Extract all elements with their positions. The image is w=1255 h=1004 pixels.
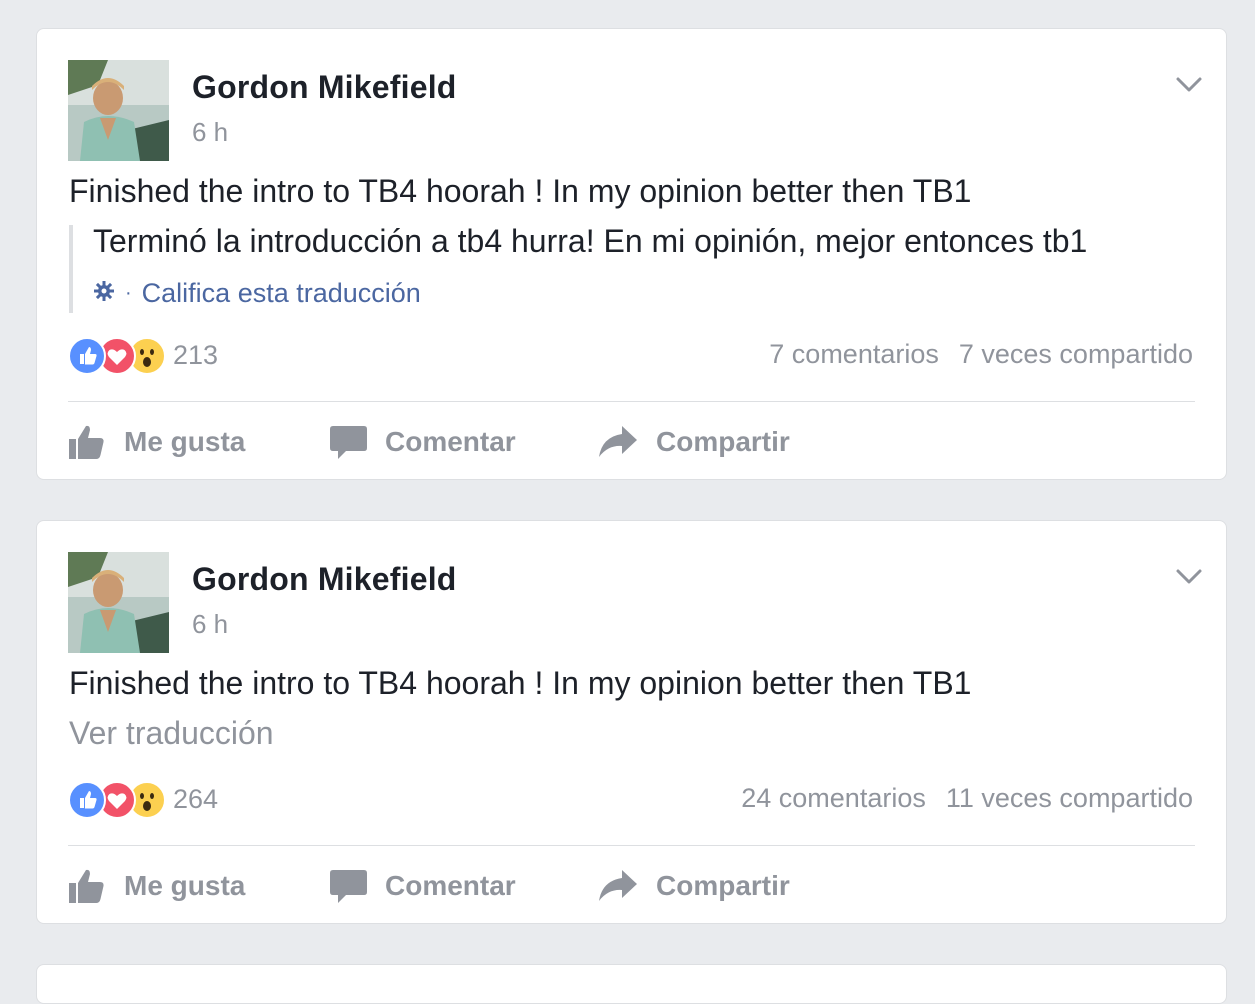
- post-text: Finished the intro to TB4 hoorah ! In my…: [69, 665, 972, 701]
- share-button[interactable]: Compartir: [598, 856, 790, 916]
- post-actions: Me gusta Comentar Compartir: [68, 856, 1195, 916]
- post-timestamp[interactable]: 6 h: [192, 609, 228, 640]
- comments-count[interactable]: 7 comentarios: [769, 339, 939, 370]
- comment-label: Comentar: [385, 870, 516, 901]
- feed-post: Gordon Mikefield 6 h Finished the intro …: [36, 28, 1227, 480]
- comment-button[interactable]: Comentar: [330, 856, 516, 916]
- share-label: Compartir: [656, 426, 790, 457]
- speech-bubble-icon: [330, 426, 367, 459]
- avatar[interactable]: [68, 552, 169, 653]
- chevron-down-icon[interactable]: [1174, 73, 1204, 97]
- comment-button[interactable]: Comentar: [330, 412, 516, 472]
- comments-count[interactable]: 24 comentarios: [741, 783, 926, 814]
- like-label: Me gusta: [124, 870, 246, 901]
- reactions-summary[interactable]: 213: [68, 337, 219, 375]
- post-stats: 24 comentarios 11 veces compartido: [741, 783, 1193, 814]
- see-translation-link[interactable]: Ver traducción: [69, 715, 274, 752]
- rate-translation-row: · Califica esta traducción: [93, 278, 421, 309]
- reaction-count: 264: [173, 783, 219, 814]
- share-arrow-icon: [599, 426, 637, 457]
- feed-post: Gordon Mikefield 6 h Finished the intro …: [36, 520, 1227, 924]
- translated-text: Terminó la introducción a tb4 hurra! En …: [93, 223, 1088, 259]
- thumbs-up-icon: [69, 425, 104, 459]
- like-button[interactable]: Me gusta: [68, 856, 245, 916]
- feed-post-partial: [36, 964, 1227, 1004]
- author-name[interactable]: Gordon Mikefield: [192, 561, 457, 598]
- share-arrow-icon: [599, 870, 637, 901]
- separator-dot: ·: [125, 282, 132, 304]
- shares-count[interactable]: 7 veces compartido: [959, 339, 1193, 370]
- post-stats: 7 comentarios 7 veces compartido: [769, 339, 1193, 370]
- reaction-count: 213: [173, 339, 219, 370]
- comment-label: Comentar: [385, 426, 516, 457]
- like-label: Me gusta: [124, 426, 246, 457]
- like-reaction-icon: [68, 337, 106, 375]
- chevron-down-icon[interactable]: [1174, 565, 1204, 589]
- divider: [68, 401, 1195, 402]
- post-actions: Me gusta Comentar Compartir: [68, 412, 1195, 472]
- share-button[interactable]: Compartir: [598, 412, 790, 472]
- like-button[interactable]: Me gusta: [68, 412, 245, 472]
- post-text: Finished the intro to TB4 hoorah ! In my…: [69, 173, 972, 209]
- translation-bar: [69, 225, 73, 313]
- author-name[interactable]: Gordon Mikefield: [192, 69, 457, 106]
- share-label: Compartir: [656, 870, 790, 901]
- thumbs-up-icon: [69, 869, 104, 903]
- speech-bubble-icon: [330, 870, 367, 903]
- avatar[interactable]: [68, 60, 169, 161]
- gear-icon[interactable]: [93, 278, 115, 309]
- reactions-summary[interactable]: 264: [68, 781, 219, 819]
- shares-count[interactable]: 11 veces compartido: [946, 783, 1193, 814]
- rate-translation-link[interactable]: Califica esta traducción: [142, 278, 421, 309]
- like-reaction-icon: [68, 781, 106, 819]
- divider: [68, 845, 1195, 846]
- post-timestamp[interactable]: 6 h: [192, 117, 228, 148]
